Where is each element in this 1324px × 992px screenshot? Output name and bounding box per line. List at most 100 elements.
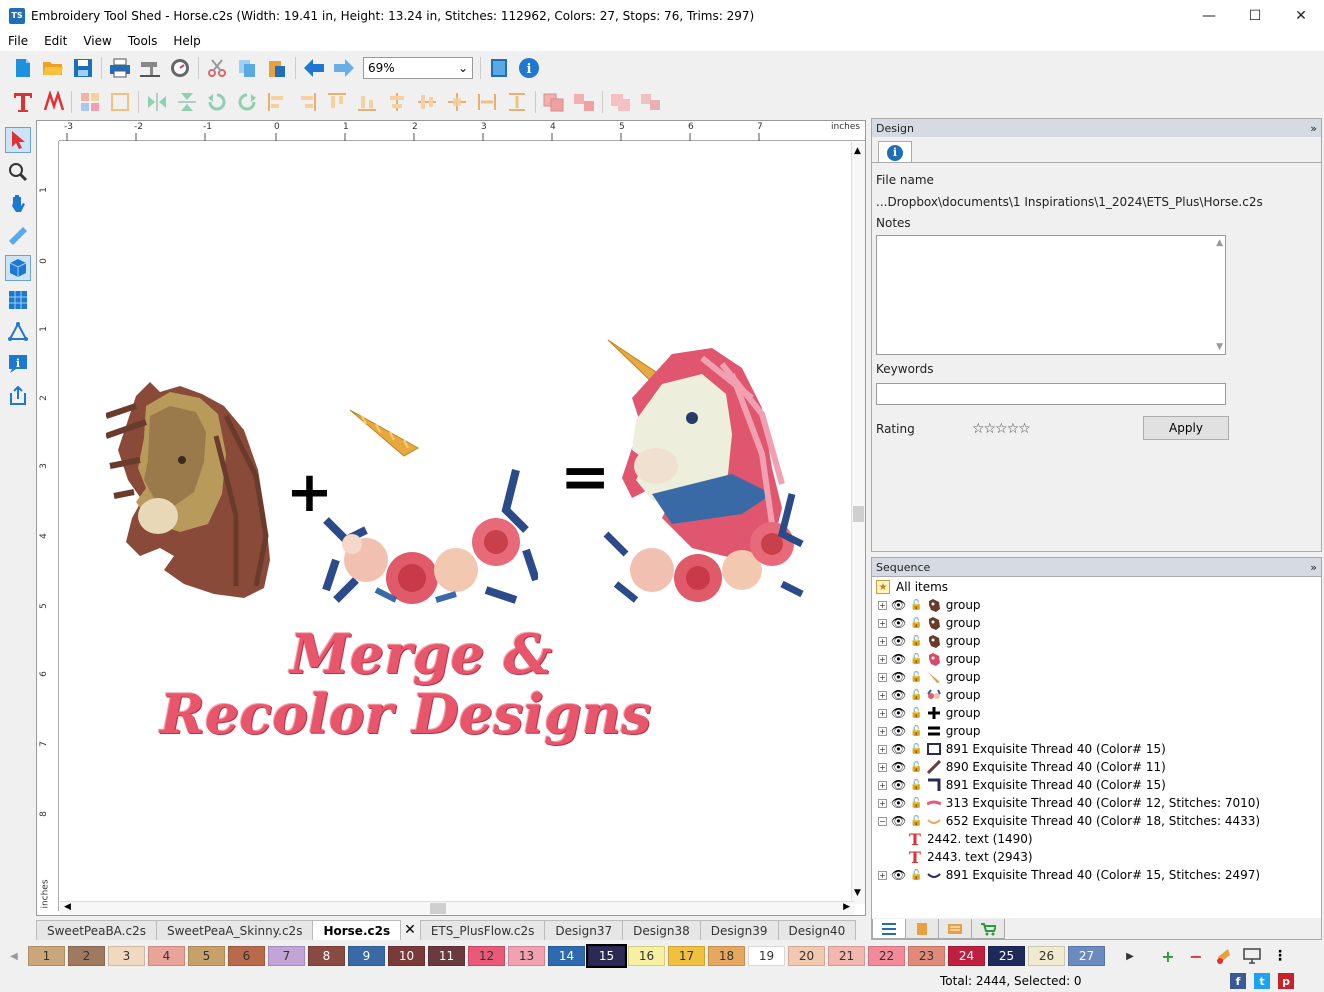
scroll-down-icon[interactable]: ▼ xyxy=(1216,342,1223,352)
color-swatch[interactable]: 12 xyxy=(468,946,505,966)
expander-icon[interactable]: + xyxy=(878,600,887,610)
expander-icon[interactable]: + xyxy=(878,708,887,718)
eye-icon[interactable]: 👁 xyxy=(891,598,906,612)
headline-line-1[interactable]: Merge & xyxy=(290,622,552,686)
lock-icon[interactable]: 🔓 xyxy=(910,618,922,629)
expander-icon[interactable]: + xyxy=(878,726,887,736)
lock-icon[interactable]: 🔓 xyxy=(910,708,922,719)
eye-icon[interactable]: 👁 xyxy=(891,634,906,648)
eye-icon[interactable]: 👁 xyxy=(891,688,906,702)
open-folder-icon[interactable] xyxy=(42,57,64,79)
expander-icon[interactable]: + xyxy=(878,870,887,880)
lock-icon[interactable]: 🔓 xyxy=(910,744,922,755)
notebook-icon[interactable] xyxy=(905,919,939,939)
color-swatch[interactable]: 3 xyxy=(108,946,145,966)
arrow-left-icon[interactable] xyxy=(303,57,325,79)
color-swatch[interactable]: 6 xyxy=(228,946,265,966)
eye-icon[interactable]: 👁 xyxy=(891,616,906,630)
close-button[interactable]: ✕ xyxy=(1278,0,1324,31)
color-swatch[interactable]: 21 xyxy=(828,946,865,966)
apply-button[interactable]: Apply xyxy=(1143,416,1229,440)
expander-icon[interactable]: + xyxy=(878,654,887,664)
select-tool-icon[interactable] xyxy=(5,127,31,153)
tree-item[interactable]: + 👁 🔓 group xyxy=(878,668,981,686)
more-options-icon[interactable]: ⋮ xyxy=(1270,946,1290,966)
tree-item[interactable]: + 👁 🔓 group xyxy=(878,614,981,632)
align-left-icon[interactable] xyxy=(266,91,288,113)
grid-icon[interactable] xyxy=(5,287,31,313)
vertical-scrollbar[interactable]: ▲ ▼ xyxy=(851,142,865,904)
color-sort-icon[interactable] xyxy=(1214,946,1234,966)
maximize-button[interactable]: ☐ xyxy=(1232,0,1278,31)
color-swatch[interactable]: 8 xyxy=(308,946,345,966)
remove-color-icon[interactable]: − xyxy=(1186,946,1206,966)
cut-icon[interactable] xyxy=(206,57,228,79)
color-swatch[interactable]: 1 xyxy=(28,946,65,966)
lock-icon[interactable]: 🔓 xyxy=(910,780,922,791)
zoom-select[interactable]: 69% ⌄ xyxy=(363,57,473,79)
horizontal-scrollbar[interactable]: ◀ ▶ xyxy=(60,901,854,915)
expander-icon[interactable]: + xyxy=(878,744,887,754)
eye-icon[interactable]: 👁 xyxy=(891,796,906,810)
lock-icon[interactable]: 🔓 xyxy=(910,672,922,683)
close-tab-icon[interactable]: ✕ xyxy=(404,920,416,940)
hoop-icon[interactable] xyxy=(488,57,510,79)
expander-icon[interactable]: + xyxy=(878,798,887,808)
new-file-icon[interactable] xyxy=(12,57,34,79)
lock-icon[interactable]: 🔓 xyxy=(910,726,922,737)
color-swatch[interactable]: 11 xyxy=(428,946,465,966)
color-swatch[interactable]: 5 xyxy=(188,946,225,966)
eye-icon[interactable]: 👁 xyxy=(891,814,906,828)
keyboard-icon[interactable] xyxy=(938,919,972,939)
tree-item[interactable]: + 👁 🔓 313 Exquisite Thread 40 (Color# 12, S… xyxy=(878,794,1260,812)
monogram-icon[interactable] xyxy=(42,91,64,113)
combine-icon[interactable] xyxy=(610,91,632,113)
stitch-player-icon[interactable] xyxy=(169,57,191,79)
expander-icon[interactable]: − xyxy=(878,816,887,826)
mirror-vertical-icon[interactable] xyxy=(176,91,198,113)
expander-icon[interactable]: + xyxy=(878,690,887,700)
headline-line-2[interactable]: Recolor Designs xyxy=(160,682,651,746)
lock-icon[interactable]: 🔓 xyxy=(910,654,922,665)
lock-icon[interactable]: 🔓 xyxy=(910,870,922,881)
keywords-input[interactable] xyxy=(876,383,1226,405)
lock-icon[interactable]: 🔓 xyxy=(910,636,922,647)
ruler-tool-icon[interactable] xyxy=(5,223,31,249)
menu-file[interactable]: File xyxy=(0,34,36,48)
color-swatch[interactable]: 15 xyxy=(586,944,627,968)
doc-tab[interactable]: Design40 xyxy=(777,920,857,940)
tree-root[interactable]: ★ All items xyxy=(876,578,948,596)
tree-child-text-item[interactable]: T 2443. text (2943) xyxy=(908,848,1033,867)
group-icon[interactable] xyxy=(543,91,565,113)
3d-view-icon[interactable] xyxy=(5,255,31,281)
doc-tab[interactable]: Design38 xyxy=(622,920,701,940)
menu-view[interactable]: View xyxy=(75,34,119,48)
doc-tab-active[interactable]: Horse.c2s xyxy=(312,920,402,940)
mirror-horizontal-icon[interactable] xyxy=(146,91,168,113)
color-swatch[interactable]: 24 xyxy=(948,946,985,966)
palette-left-icon[interactable]: ◀ xyxy=(6,951,22,962)
sewing-machine-icon[interactable] xyxy=(139,57,161,79)
color-swatch[interactable]: 25 xyxy=(988,946,1025,966)
arrow-right-icon[interactable] xyxy=(333,57,355,79)
scroll-thumb[interactable] xyxy=(853,506,864,522)
color-swatch[interactable]: 14 xyxy=(548,946,585,966)
expander-icon[interactable]: + xyxy=(878,672,887,682)
twitter-icon[interactable]: t xyxy=(1254,973,1270,989)
minimize-button[interactable]: — xyxy=(1186,0,1232,31)
doc-tab[interactable]: Design39 xyxy=(699,920,779,940)
align-top-icon[interactable] xyxy=(326,91,348,113)
eye-icon[interactable]: 👁 xyxy=(891,742,906,756)
rating-stars[interactable]: ☆☆☆☆☆ xyxy=(972,421,1031,437)
tree-item[interactable]: − 👁 🔓 652 Exquisite Thread 40 (Color# 18, S… xyxy=(878,812,1260,830)
align-right-icon[interactable] xyxy=(296,91,318,113)
color-swatch[interactable]: 4 xyxy=(148,946,185,966)
color-swatch[interactable]: 16 xyxy=(628,946,665,966)
pan-hand-icon[interactable] xyxy=(5,191,31,217)
info-tab[interactable]: i xyxy=(878,141,912,163)
same-width-icon[interactable] xyxy=(476,91,498,113)
palette-right-icon[interactable]: ▶ xyxy=(1122,951,1138,962)
doc-tab[interactable]: SweetPeaBA.c2s xyxy=(36,920,157,940)
horse-design[interactable] xyxy=(106,376,278,606)
color-blocks-icon[interactable] xyxy=(79,91,101,113)
